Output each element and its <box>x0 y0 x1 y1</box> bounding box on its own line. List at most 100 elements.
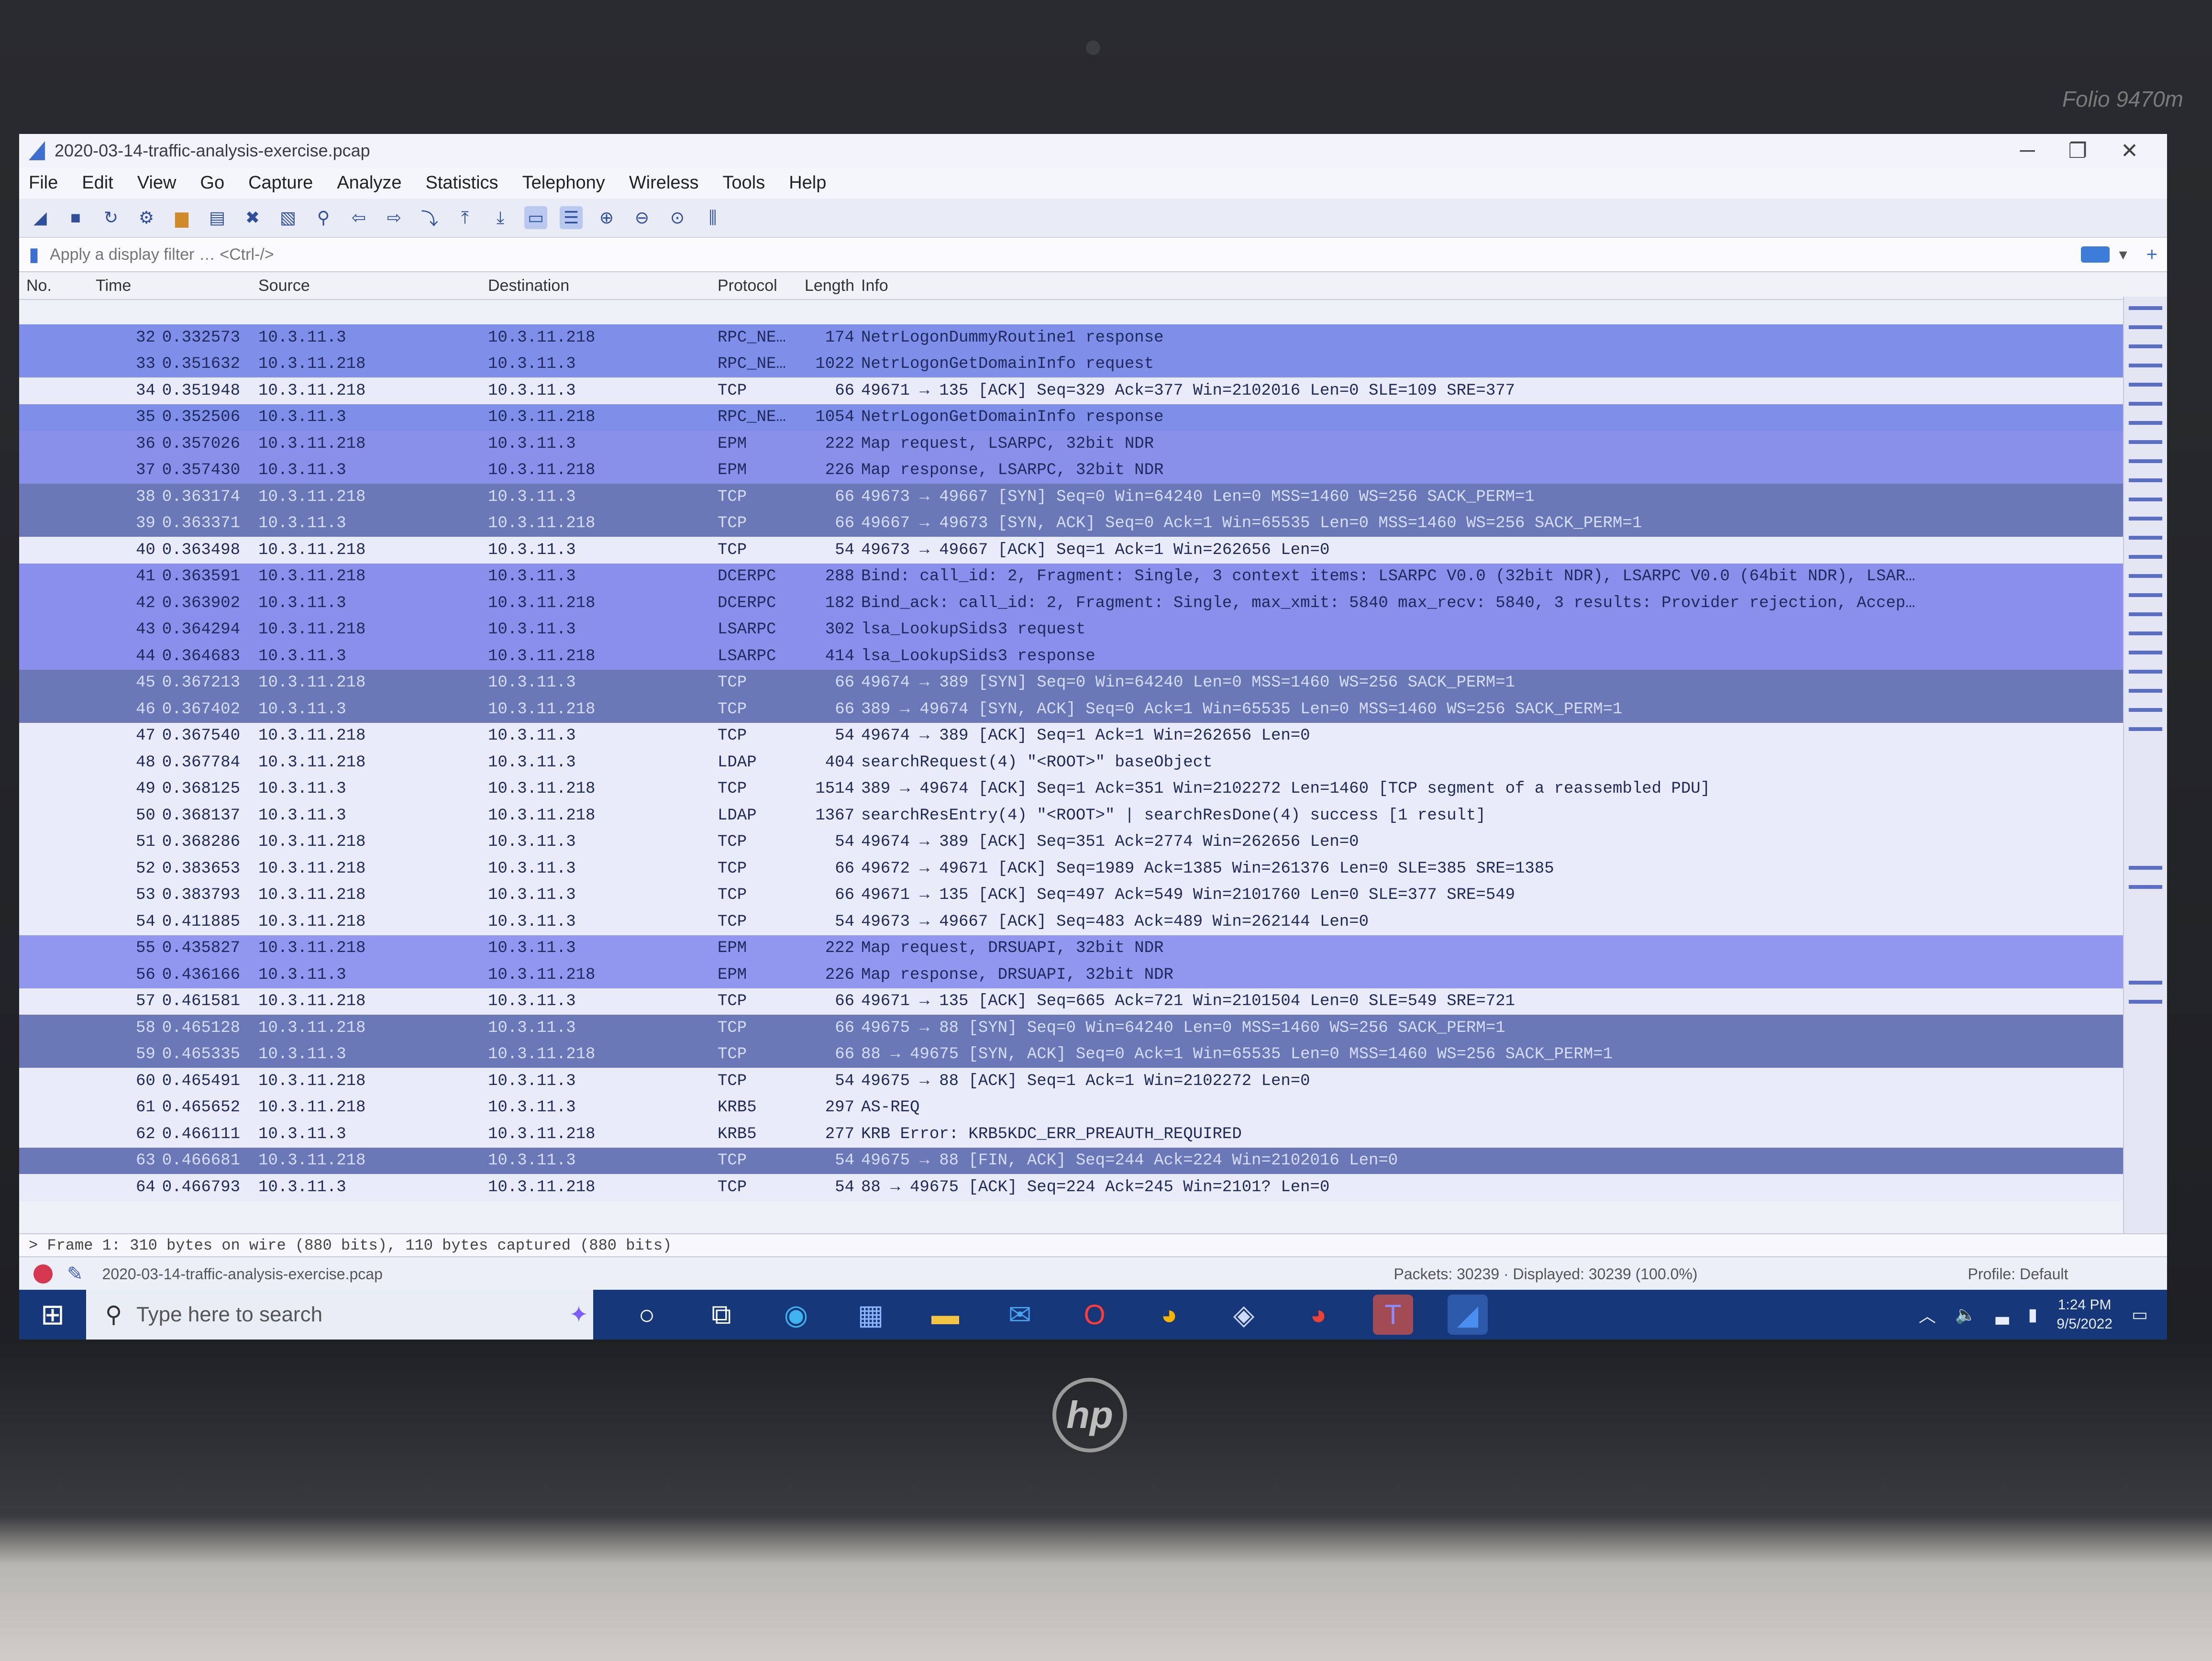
teams-icon[interactable]: T <box>1373 1295 1413 1335</box>
col-time[interactable]: Time <box>96 277 249 295</box>
stop-capture-icon[interactable]: ■ <box>64 206 87 229</box>
taskbar-clock[interactable]: 1:24 PM 9/5/2022 <box>2057 1296 2112 1334</box>
packet-row[interactable]: 36 0.357026 10.3.11.218 10.3.11.3 EPM 222 Map … <box>19 431 2124 457</box>
close-button[interactable]: ✕ <box>2121 139 2138 163</box>
app-icon[interactable]: ◈ <box>1224 1295 1264 1335</box>
menu-view[interactable]: View <box>137 173 177 193</box>
filter-dropdown-icon[interactable]: ▾ <box>2119 245 2127 264</box>
display-filter-input[interactable] <box>49 244 2081 265</box>
notifications-icon[interactable]: ▭ <box>2132 1305 2148 1325</box>
packet-row[interactable]: 41 0.363591 10.3.11.218 10.3.11.3 DCERPC 288 B… <box>19 563 2124 590</box>
file-explorer-icon[interactable]: ▬ <box>925 1295 965 1335</box>
capture-options-icon[interactable]: ⚙ <box>135 206 158 229</box>
packet-row[interactable]: 48 0.367784 10.3.11.218 10.3.11.3 LDAP 404 sea… <box>19 749 2124 776</box>
restart-capture-icon[interactable]: ↻ <box>100 206 122 229</box>
autoscroll-icon[interactable]: ▭ <box>524 206 547 229</box>
packet-details-pane[interactable]: > Frame 1: 310 bytes on wire (880 bits),… <box>19 1233 2167 1256</box>
zoom-in-icon[interactable]: ⊕ <box>595 206 618 229</box>
chrome-icon[interactable]: ◕ <box>1149 1295 1189 1335</box>
go-forward-icon[interactable]: ⇨ <box>383 206 406 229</box>
packet-row[interactable]: 60 0.465491 10.3.11.218 10.3.11.3 TCP 54 49675… <box>19 1068 2124 1095</box>
open-file-icon[interactable]: ▆ <box>170 206 193 229</box>
packet-row[interactable]: 61 0.465652 10.3.11.218 10.3.11.3 KRB5 297 AS-… <box>19 1094 2124 1121</box>
store-icon[interactable]: ▦ <box>851 1295 891 1335</box>
taskbar-search-box[interactable]: ⚲ Type here to search ✦ <box>86 1290 593 1340</box>
packet-row[interactable]: 58 0.465128 10.3.11.218 10.3.11.3 TCP 66 49675… <box>19 1015 2124 1041</box>
packet-row[interactable]: 49 0.368125 10.3.11.3 10.3.11.218 TCP 1514 389… <box>19 775 2124 802</box>
menu-analyze[interactable]: Analyze <box>337 173 401 193</box>
packet-row[interactable]: 35 0.352506 10.3.11.3 10.3.11.218 RPC_NE… 105… <box>19 404 2124 431</box>
packet-row[interactable]: 34 0.351948 10.3.11.218 10.3.11.3 TCP 66 49671… <box>19 377 2124 404</box>
menu-tools[interactable]: Tools <box>723 173 765 193</box>
packet-row[interactable]: 38 0.363174 10.3.11.218 10.3.11.3 TCP 66 49673… <box>19 484 2124 510</box>
show-hidden-icons-icon[interactable]: ︿ <box>1919 1302 1936 1327</box>
task-view-icon[interactable]: ⧉ <box>701 1295 741 1335</box>
col-source[interactable]: Source <box>249 277 478 295</box>
add-filter-button[interactable]: + <box>2146 244 2157 266</box>
menu-edit[interactable]: Edit <box>82 173 113 193</box>
packet-row[interactable]: 63 0.466681 10.3.11.218 10.3.11.3 TCP 54 49675… <box>19 1147 2124 1174</box>
packet-row[interactable]: 43 0.364294 10.3.11.218 10.3.11.3 LSARPC 302 l… <box>19 616 2124 643</box>
mail-icon[interactable]: ✉ <box>1000 1295 1040 1335</box>
col-length[interactable]: Length <box>794 277 861 295</box>
edge-icon[interactable]: ◉ <box>776 1295 816 1335</box>
save-file-icon[interactable]: ▤ <box>206 206 229 229</box>
packet-row[interactable]: 52 0.383653 10.3.11.218 10.3.11.3 TCP 66 49672… <box>19 855 2124 882</box>
close-file-icon[interactable]: ✖ <box>241 206 264 229</box>
chrome-alt-icon[interactable]: ◕ <box>1298 1295 1338 1335</box>
packet-row[interactable]: 64 0.466793 10.3.11.3 10.3.11.218 TCP 54 88 → … <box>19 1174 2124 1201</box>
packet-row[interactable]: 45 0.367213 10.3.11.218 10.3.11.3 TCP 66 49674… <box>19 669 2124 696</box>
windows-start-icon[interactable]: ⊞ <box>19 1290 86 1340</box>
packet-row[interactable]: 51 0.368286 10.3.11.218 10.3.11.3 TCP 54 49674… <box>19 829 2124 855</box>
packet-row[interactable]: 40 0.363498 10.3.11.218 10.3.11.3 TCP 54 49673… <box>19 537 2124 564</box>
packet-list-scrollbar[interactable] <box>2123 297 2167 1234</box>
packet-row[interactable]: 53 0.383793 10.3.11.218 10.3.11.3 TCP 66 49671… <box>19 882 2124 908</box>
menu-go[interactable]: Go <box>200 173 224 193</box>
packet-row[interactable]: 54 0.411885 10.3.11.218 10.3.11.3 TCP 54 49673… <box>19 908 2124 935</box>
start-capture-icon[interactable]: ◢ <box>29 206 52 229</box>
resize-columns-icon[interactable]: ⫼ <box>701 206 724 229</box>
volume-icon[interactable]: 🔈 <box>1955 1305 1977 1325</box>
packet-row[interactable]: 47 0.367540 10.3.11.218 10.3.11.3 TCP 54 49674… <box>19 722 2124 749</box>
first-packet-icon[interactable]: ⤒ <box>453 206 476 229</box>
zoom-normal-icon[interactable]: ⊙ <box>666 206 689 229</box>
packet-row[interactable]: 42 0.363902 10.3.11.3 10.3.11.218 DCERPC 182 B… <box>19 590 2124 617</box>
packet-row[interactable]: 37 0.357430 10.3.11.3 10.3.11.218 EPM 226 Map … <box>19 457 2124 484</box>
menu-capture[interactable]: Capture <box>248 173 313 193</box>
reload-file-icon[interactable]: ▧ <box>276 206 299 229</box>
cortana-icon[interactable]: ○ <box>627 1295 667 1335</box>
packet-row[interactable]: 33 0.351632 10.3.11.218 10.3.11.3 RPC_NE… 102… <box>19 351 2124 377</box>
packet-row[interactable]: 32 0.332573 10.3.11.3 10.3.11.218 RPC_NE… 174… <box>19 324 2124 351</box>
zoom-out-icon[interactable]: ⊖ <box>630 206 653 229</box>
col-destination[interactable]: Destination <box>478 277 708 295</box>
battery-icon[interactable]: ▮ <box>2028 1305 2037 1325</box>
menu-file[interactable]: File <box>29 173 58 193</box>
menu-telephony[interactable]: Telephony <box>522 173 605 193</box>
last-packet-icon[interactable]: ⤓ <box>489 206 512 229</box>
packet-row[interactable]: 44 0.364683 10.3.11.3 10.3.11.218 LSARPC 414 l… <box>19 643 2124 670</box>
packet-row[interactable]: 59 0.465335 10.3.11.3 10.3.11.218 TCP 66 88 → … <box>19 1041 2124 1068</box>
packet-row[interactable]: 55 0.435827 10.3.11.218 10.3.11.3 EPM 222 Map … <box>19 935 2124 962</box>
menu-statistics[interactable]: Statistics <box>426 173 498 193</box>
packet-row[interactable]: 62 0.466111 10.3.11.3 10.3.11.218 KRB5 277 KRB… <box>19 1121 2124 1148</box>
menu-wireless[interactable]: Wireless <box>629 173 699 193</box>
go-back-icon[interactable]: ⇦ <box>347 206 370 229</box>
colorize-icon[interactable]: ☰ <box>560 206 583 229</box>
find-packet-icon[interactable]: ⚲ <box>312 206 335 229</box>
packet-row[interactable]: 57 0.461581 10.3.11.218 10.3.11.3 TCP 66 49671… <box>19 988 2124 1015</box>
capture-comment-icon[interactable]: ✎ <box>67 1263 83 1285</box>
go-to-packet-icon[interactable]: ⤵ <box>418 206 441 229</box>
apply-filter-arrow-icon[interactable] <box>2080 246 2110 263</box>
wireshark-icon[interactable]: ◢ <box>1448 1295 1488 1335</box>
packet-row[interactable]: 50 0.368137 10.3.11.3 10.3.11.218 LDAP 1367 se… <box>19 802 2124 829</box>
packet-row[interactable]: 39 0.363371 10.3.11.3 10.3.11.218 TCP 66 49667… <box>19 510 2124 537</box>
packet-row[interactable]: 46 0.367402 10.3.11.3 10.3.11.218 TCP 66 389 →… <box>19 696 2124 723</box>
menu-help[interactable]: Help <box>789 173 826 193</box>
network-icon[interactable]: ▃ <box>1996 1305 2009 1325</box>
opera-icon[interactable]: O <box>1074 1295 1115 1335</box>
expert-info-icon[interactable] <box>33 1264 53 1284</box>
minimize-button[interactable]: ─ <box>2020 139 2035 163</box>
bookmark-icon[interactable]: ▮ <box>29 244 39 266</box>
restore-button[interactable]: ❐ <box>2068 139 2087 163</box>
packet-row[interactable]: 56 0.436166 10.3.11.3 10.3.11.218 EPM 226 Map … <box>19 962 2124 988</box>
